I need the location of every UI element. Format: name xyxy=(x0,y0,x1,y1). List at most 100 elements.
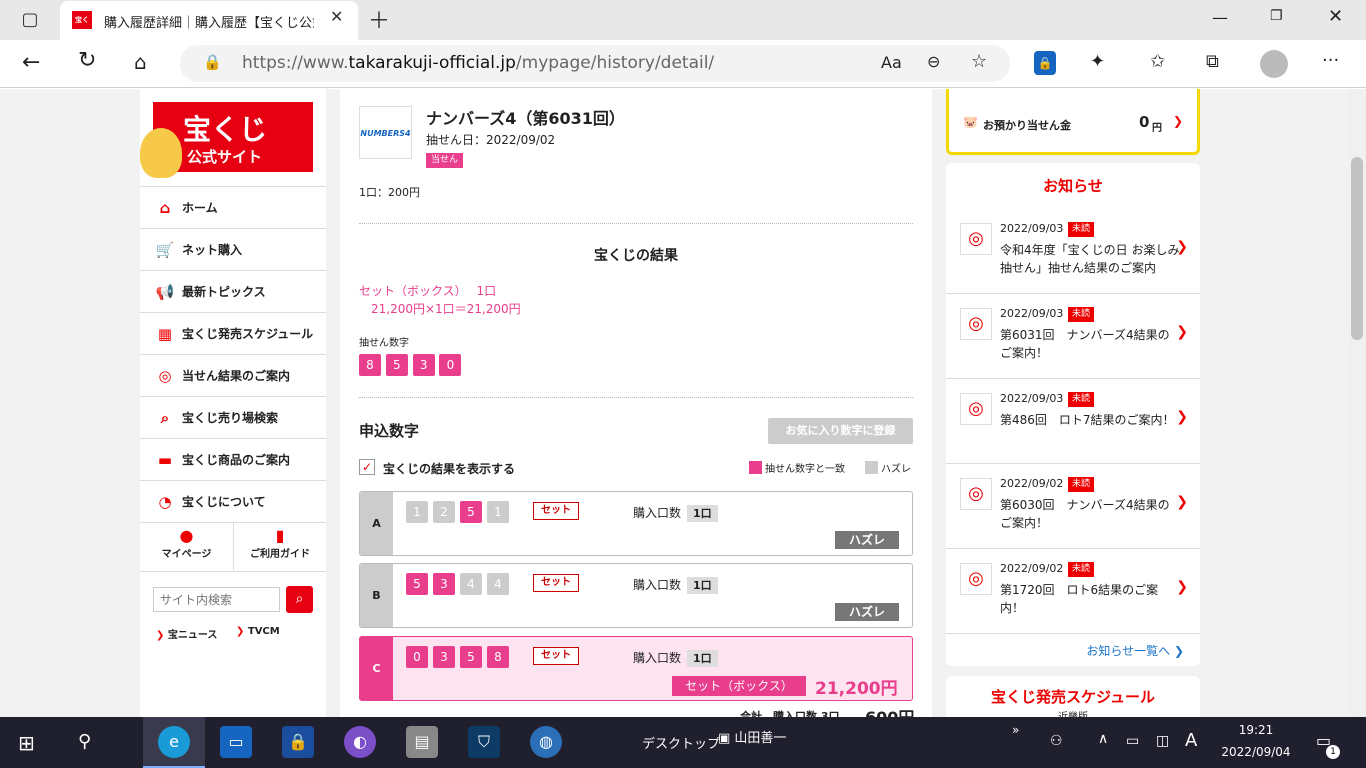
clock-time[interactable]: 19:21 xyxy=(1216,723,1296,737)
news-item[interactable]: ◎ 2022/09/03 未読 第486回 ロト7結果のご案内！ ❯ xyxy=(946,379,1200,464)
news-more-label: お知らせ一覧へ xyxy=(1086,644,1171,658)
menu-icon[interactable]: ··· xyxy=(1322,50,1339,71)
camera-icon[interactable]: ◫ xyxy=(1156,733,1169,749)
news-item[interactable]: ◎ 2022/09/03 未読 第6031回 ナンバーズ4結果のご案内！ ❯ xyxy=(946,294,1200,379)
windows-start-icon[interactable]: ⊞ xyxy=(18,731,35,755)
mascot-image xyxy=(140,128,182,178)
favorites-icon[interactable]: ✩ xyxy=(1150,51,1165,72)
apply-number: 0 xyxy=(406,646,428,668)
restore-icon[interactable]: ❐ xyxy=(1270,8,1283,24)
tvcm-link[interactable]: ❯ TVCM xyxy=(236,626,280,637)
nav-products[interactable]: ▬ 宝くじ商品のご案内 xyxy=(140,438,326,480)
lock-icon[interactable]: 🔒 xyxy=(203,53,222,71)
mypage-link[interactable]: ● マイページ xyxy=(140,526,233,560)
chevron-right-icon: ❯ xyxy=(1176,324,1188,340)
nav-net-purchase[interactable]: 🛒 ネット購入 xyxy=(140,228,326,270)
profile-avatar[interactable] xyxy=(1260,50,1288,78)
home-icon: ⌂ xyxy=(159,198,171,217)
tickets-icon: ▬ xyxy=(157,450,173,469)
extension-shield-icon[interactable]: 🔒 xyxy=(1034,51,1056,75)
pie-icon: ◔ xyxy=(158,492,172,511)
schedule-heading: 宝くじ発売スケジュール xyxy=(991,688,1155,706)
people-icon[interactable]: ⚇ xyxy=(1050,733,1063,749)
clock-date[interactable]: 2022/09/04 xyxy=(1214,745,1298,759)
unread-badge: 未読 xyxy=(1068,307,1095,322)
add-favorite-icon[interactable]: ☆ xyxy=(971,51,987,72)
home-browser-icon[interactable]: ⌂ xyxy=(134,50,147,74)
user-label[interactable]: ▣ 山田善一 xyxy=(718,727,786,746)
draw-number: 0 xyxy=(439,354,462,376)
zoom-icon[interactable]: ⊖ xyxy=(927,52,940,71)
fav-numbers-button[interactable]: お気に入り数字に登録 xyxy=(768,418,913,444)
collections-icon[interactable]: ⧉ xyxy=(1206,51,1219,72)
row-label: C xyxy=(360,637,393,700)
browser-tab[interactable]: 宝くじ 購入履歴詳細｜購入履歴【宝くじ公式サイト】 ✕ xyxy=(60,1,358,42)
window-close-icon[interactable]: ✕ xyxy=(1328,6,1343,27)
nav-shop-search[interactable]: ⌕ 宝くじ売り場検索 xyxy=(140,396,326,438)
extensions-icon[interactable]: ✦ xyxy=(1090,51,1105,72)
security-app-icon[interactable]: 🔒 xyxy=(282,726,314,758)
win-result-badge: セット（ボックス） xyxy=(672,676,806,696)
globe-app-icon[interactable]: ◍ xyxy=(530,726,562,758)
close-tab-icon[interactable]: ✕ xyxy=(330,7,343,26)
schedule-box[interactable]: 宝くじ発売スケジュール 近畿版 xyxy=(946,676,1200,723)
new-tab-icon[interactable]: ＋ xyxy=(368,3,390,35)
search-taskbar-icon[interactable]: ⚲ xyxy=(78,731,91,752)
search-button[interactable]: ⌕ xyxy=(286,586,313,613)
tab-actions-icon[interactable]: ▢ xyxy=(15,5,45,35)
show-result-checkbox[interactable]: ✓ xyxy=(359,459,375,475)
win-badge-label: 当せん xyxy=(431,155,459,165)
news-link-label: 宝ニュース xyxy=(167,630,218,641)
color-app-icon[interactable]: ◐ xyxy=(344,726,376,758)
draw-number: 5 xyxy=(385,354,408,376)
target-icon: ◎ xyxy=(158,366,172,385)
site-search-input[interactable] xyxy=(153,587,280,612)
target-mail-icon: ◎ xyxy=(960,308,992,340)
read-aloud-icon[interactable]: Aa xyxy=(881,53,902,72)
apply-number: 8 xyxy=(487,646,509,668)
battery-icon[interactable]: ▭ xyxy=(1126,733,1139,749)
news-text: 第6031回 ナンバーズ4結果のご案内！ xyxy=(1000,328,1170,360)
qty: 購入口数 1口 xyxy=(633,576,718,594)
nav-label: ネット購入 xyxy=(182,243,243,257)
deposit-unit: 円 xyxy=(1152,123,1162,134)
news-item[interactable]: ◎ 2022/09/03 未読 令和4年度「宝くじの日 お楽しみ抽せん」抽せん結果のご… xyxy=(946,209,1200,294)
overflow-icon[interactable]: » xyxy=(1012,723,1019,737)
edge-icon[interactable]: e xyxy=(158,726,190,758)
unread-badge: 未読 xyxy=(1068,392,1095,407)
scrollbar-thumb[interactable] xyxy=(1351,157,1363,340)
news-item[interactable]: ◎ 2022/09/02 未読 第1720回 ロト6結果のご案内！ ❯ xyxy=(946,549,1200,634)
nav-about[interactable]: ◔ 宝くじについて xyxy=(140,480,326,522)
news-date: 2022/09/03 xyxy=(1000,392,1064,405)
news-date: 2022/09/02 xyxy=(1000,477,1064,490)
nav-home[interactable]: ⌂ ホーム xyxy=(140,186,326,228)
window-app-icon[interactable]: ▭ xyxy=(220,726,252,758)
apply-number: 2 xyxy=(433,501,455,523)
nav-results[interactable]: ◎ 当せん結果のご案内 xyxy=(140,354,326,396)
apply-number: 4 xyxy=(487,573,509,595)
set-tag: セット xyxy=(533,647,579,665)
divider xyxy=(359,397,913,398)
unread-badge: 未読 xyxy=(1068,477,1095,492)
nav-topics[interactable]: 📢 最新トピックス xyxy=(140,270,326,312)
settings-app-icon[interactable]: ▤ xyxy=(406,726,438,758)
news-item[interactable]: ◎ 2022/09/02 未読 第6030回 ナンバーズ4結果のご案内！ ❯ xyxy=(946,464,1200,549)
tvcm-link-label: TVCM xyxy=(247,626,280,637)
desktop-label[interactable]: デスクトップ xyxy=(642,733,720,752)
refresh-icon[interactable]: ↻ xyxy=(78,48,96,73)
minimize-icon[interactable]: — xyxy=(1212,8,1228,27)
ime-indicator[interactable]: A xyxy=(1185,730,1197,751)
tray-chevron-icon[interactable]: ∧ xyxy=(1098,731,1108,747)
logo-line1: 宝くじ xyxy=(183,113,268,146)
guide-link[interactable]: ▮ ご利用ガイド xyxy=(234,526,326,560)
news-link[interactable]: ❯ 宝ニュース xyxy=(156,626,217,641)
nav-schedule[interactable]: ▦ 宝くじ発売スケジュール xyxy=(140,312,326,354)
back-icon[interactable]: ← xyxy=(22,50,40,75)
url-text[interactable]: https://www.takarakuji-official.jp/mypag… xyxy=(242,53,714,73)
news-more[interactable]: お知らせ一覧へ ❯ xyxy=(946,634,1200,666)
nav-label: 宝くじ発売スケジュール xyxy=(182,327,314,341)
deposit-box[interactable]: 🐷 お預かり当せん金 0 円 ❯ xyxy=(946,89,1200,155)
shield-app-icon[interactable]: ⛉ xyxy=(468,726,500,758)
news-more-link[interactable]: お知らせ一覧へ ❯ xyxy=(1086,642,1184,659)
apply-row-a: A 1251 セット 購入口数 1口 ハズレ xyxy=(359,491,913,556)
